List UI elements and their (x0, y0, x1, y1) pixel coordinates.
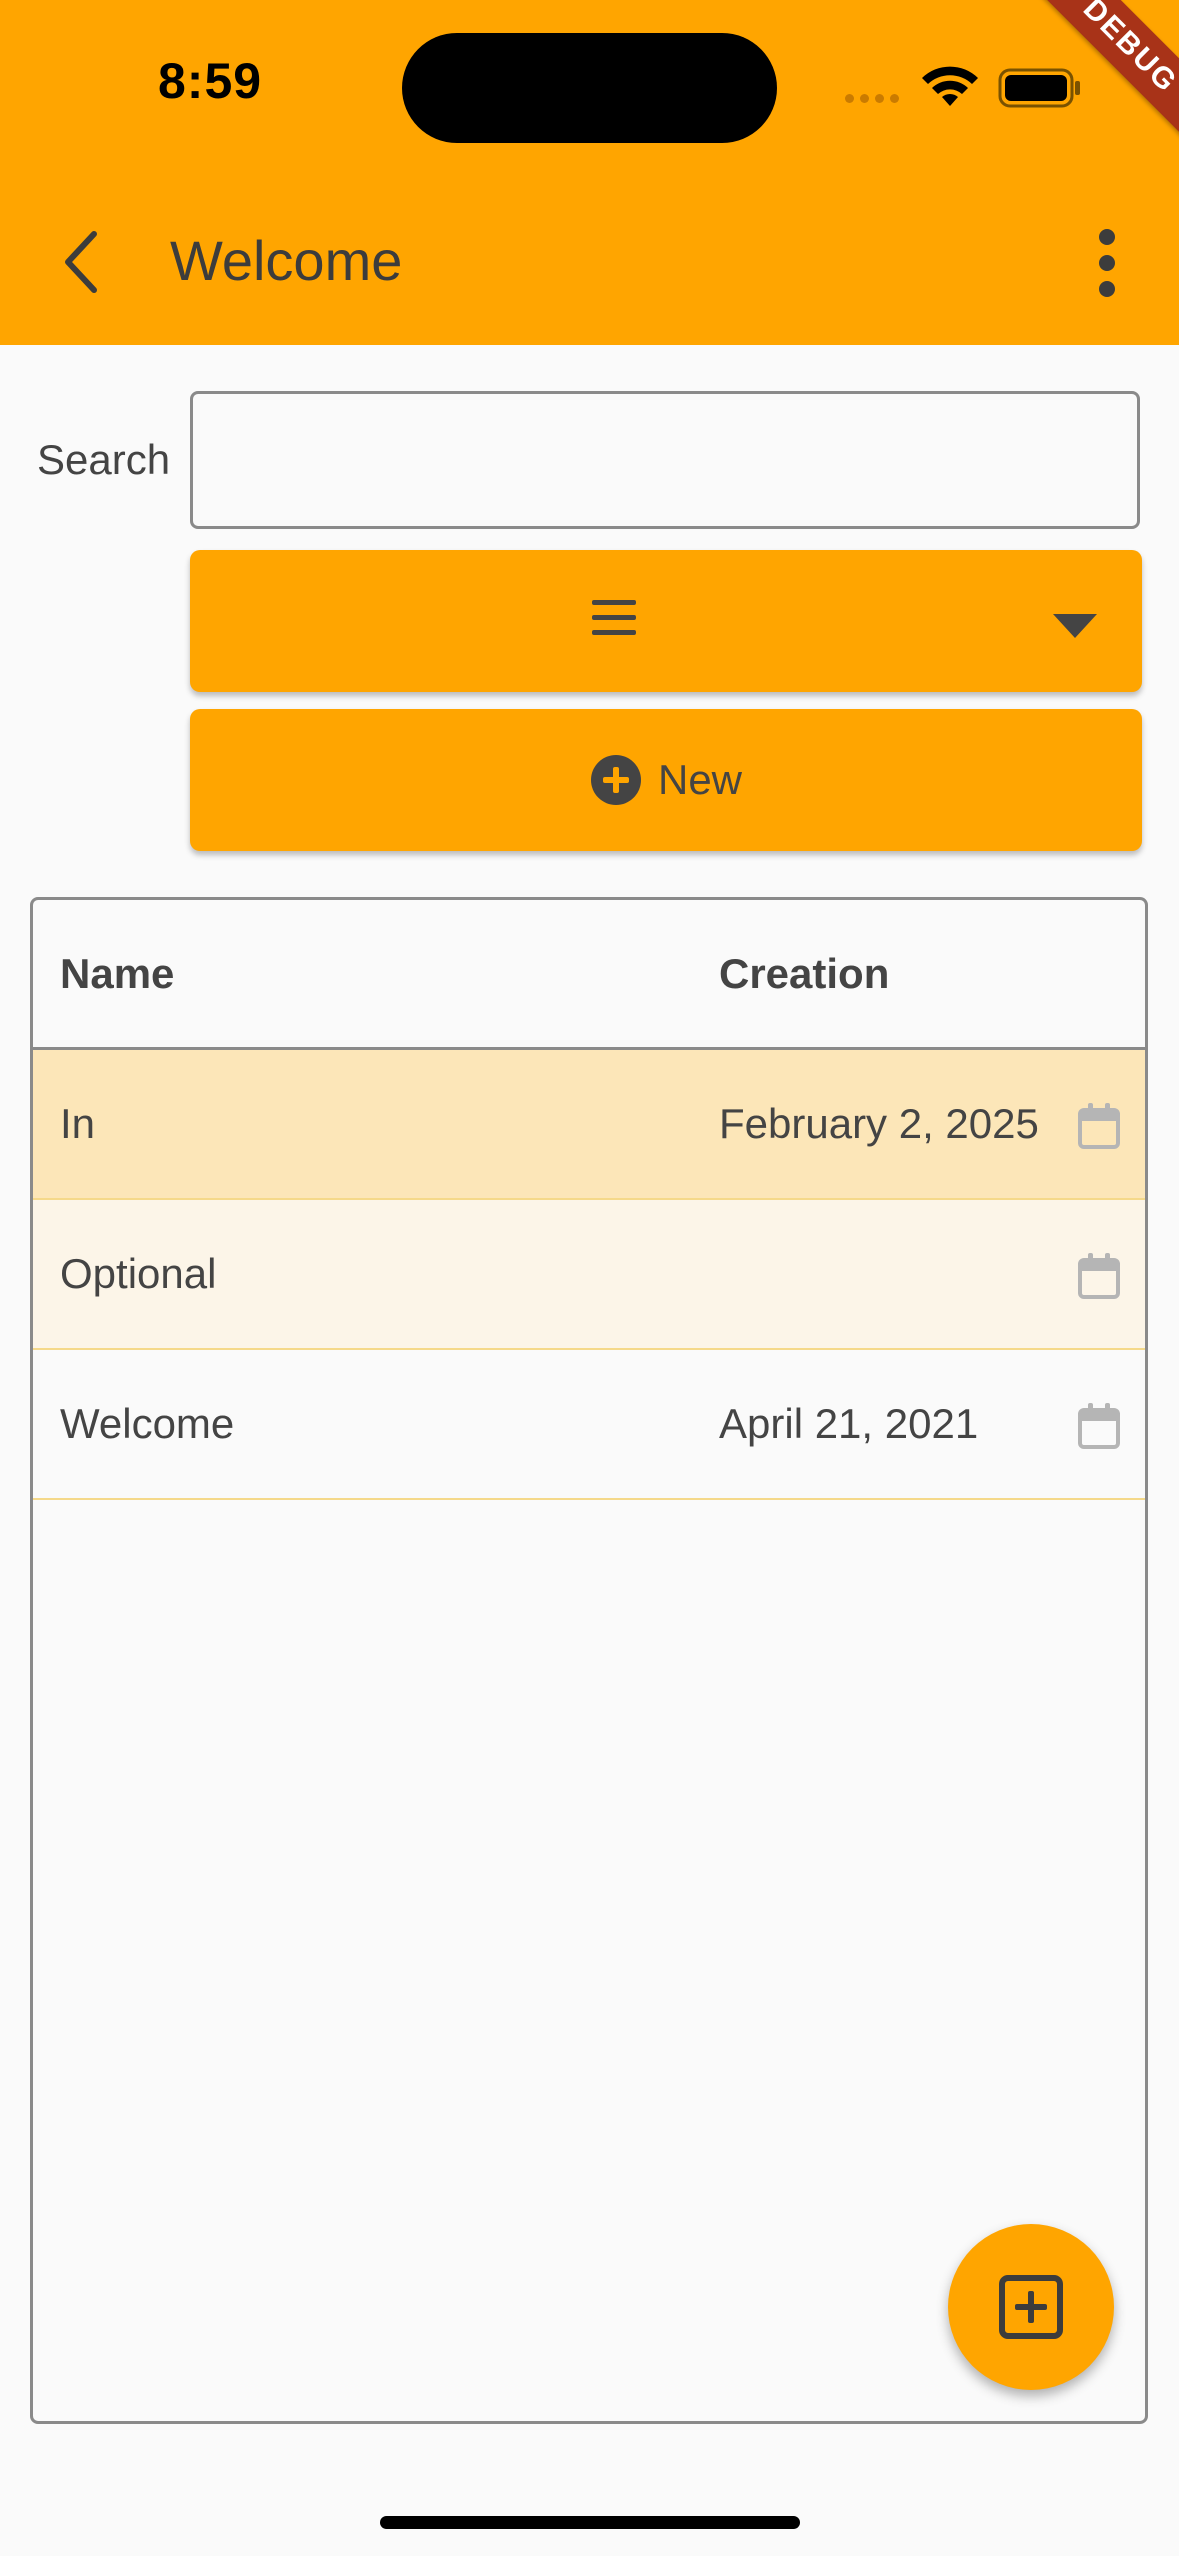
back-icon[interactable] (58, 228, 108, 296)
add-circle-icon (590, 755, 641, 805)
page-title: Welcome (170, 229, 403, 292)
table-row[interactable]: Optional (33, 1200, 1145, 1350)
hamburger-menu-icon (592, 600, 636, 635)
dynamic-island (402, 33, 777, 143)
cell-creation: April 21, 2021 (719, 1400, 979, 1447)
cell-name: Welcome (60, 1400, 235, 1447)
column-header-name[interactable]: Name (60, 950, 174, 998)
search-label: Search (37, 436, 171, 483)
calendar-icon[interactable] (1077, 1252, 1121, 1300)
battery-icon (998, 68, 1080, 108)
menu-dropdown-button[interactable] (190, 550, 1142, 692)
calendar-icon[interactable] (1077, 1402, 1121, 1450)
cell-name: Optional (60, 1250, 217, 1297)
caret-down-icon (1053, 614, 1097, 638)
calendar-icon[interactable] (1077, 1102, 1121, 1150)
home-indicator[interactable] (380, 2516, 800, 2529)
wifi-icon (922, 66, 978, 106)
new-button-label: New (657, 756, 743, 803)
data-table: Name Creation In February 2, 2025 Option… (30, 897, 1148, 2424)
cell-creation: February 2, 2025 (719, 1100, 1039, 1147)
add-box-icon (999, 2275, 1063, 2339)
status-time: 8:59 (158, 53, 263, 109)
cell-name: In (60, 1100, 96, 1147)
table-row[interactable]: Welcome April 21, 2021 (33, 1350, 1145, 1500)
table-header: Name Creation (33, 900, 1145, 1050)
signal-icon (845, 94, 899, 103)
column-header-creation[interactable]: Creation (719, 950, 889, 998)
more-vert-icon[interactable] (1092, 228, 1122, 298)
table-row[interactable]: In February 2, 2025 (33, 1050, 1145, 1200)
add-fab-button[interactable] (948, 2224, 1114, 2390)
new-button[interactable]: New (190, 709, 1142, 851)
search-input[interactable] (190, 391, 1140, 529)
